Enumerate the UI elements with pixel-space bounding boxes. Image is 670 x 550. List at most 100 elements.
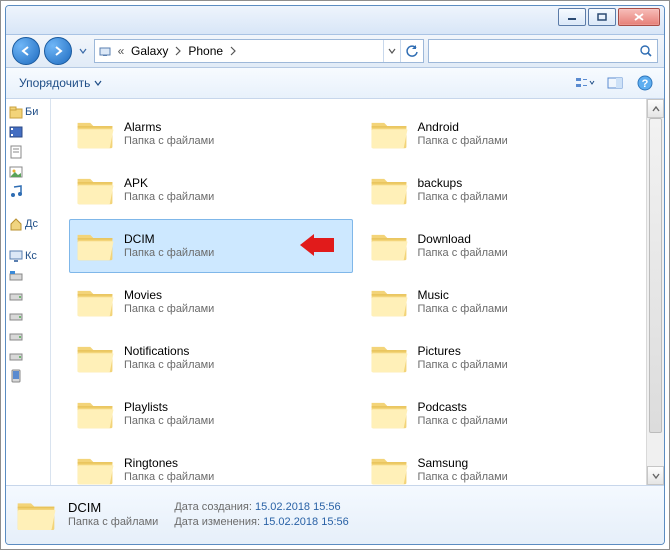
help-button[interactable]: ?: [632, 71, 658, 95]
folder-view[interactable]: AlarmsПапка с файламиAndroidПапка с файл…: [51, 99, 646, 485]
window-body: Би Дс Кс AlarmsПапка с файламиAndroidПапка…: [6, 99, 664, 485]
folder-item-podcasts[interactable]: PodcastsПапка с файлами: [363, 387, 647, 441]
maximize-button[interactable]: [588, 8, 616, 26]
modified-label: Дата изменения:: [174, 516, 260, 528]
chevron-right-icon[interactable]: [172, 46, 184, 56]
home-icon: [9, 217, 23, 231]
folder-subtext: Папка с файлами: [418, 190, 508, 204]
image-icon: [9, 165, 23, 179]
forward-button[interactable]: [44, 37, 72, 65]
chevron-down-icon: [94, 79, 102, 87]
folder-subtext: Папка с файлами: [418, 358, 508, 372]
sidebar-item[interactable]: Би: [6, 105, 51, 119]
folder-icon: [16, 495, 56, 535]
sidebar-item[interactable]: [6, 329, 51, 343]
details-name: DCIM: [68, 500, 158, 515]
music-icon: [9, 185, 23, 199]
vertical-scrollbar[interactable]: [646, 99, 664, 485]
disk-win-icon: [9, 269, 23, 283]
device-icon: [95, 44, 115, 58]
search-input[interactable]: [428, 39, 658, 63]
folder-subtext: Папка с файлами: [124, 414, 214, 428]
crumb-phone[interactable]: Phone: [184, 40, 227, 62]
folder-item-ringtones[interactable]: RingtonesПапка с файлами: [69, 443, 353, 485]
folder-icon: [370, 227, 408, 265]
folder-name: Podcasts: [418, 400, 508, 414]
folder-item-dcim[interactable]: DCIMПапка с файлами: [69, 219, 353, 273]
folder-icon: [370, 171, 408, 209]
titlebar: [6, 6, 664, 35]
folder-name: Music: [418, 288, 508, 302]
sidebar-item[interactable]: [6, 165, 51, 179]
svg-text:?: ?: [642, 78, 649, 90]
sidebar-item-label: Кс: [25, 250, 37, 262]
sidebar-item[interactable]: Дс: [6, 217, 51, 231]
drive-icon: [9, 329, 23, 343]
folder-name: APK: [124, 176, 214, 190]
chevron-left-icon[interactable]: «: [115, 44, 127, 58]
folder-item-music[interactable]: MusicПапка с файлами: [363, 275, 647, 329]
folder-item-apk[interactable]: APKПапка с файлами: [69, 163, 353, 217]
sidebar-item[interactable]: [6, 309, 51, 323]
folder-subtext: Папка с файлами: [124, 190, 214, 204]
folder-item-alarms[interactable]: AlarmsПапка с файлами: [69, 107, 353, 161]
sidebar-item[interactable]: [6, 349, 51, 363]
sidebar-item[interactable]: [6, 289, 51, 303]
folder-icon: [76, 451, 114, 485]
address-dropdown[interactable]: [383, 40, 400, 62]
folder-name: Notifications: [124, 344, 214, 358]
sidebar-item[interactable]: [6, 145, 51, 159]
minimize-button[interactable]: [558, 8, 586, 26]
close-button[interactable]: [618, 8, 660, 26]
scroll-up-button[interactable]: [647, 99, 664, 118]
folder-icon: [76, 395, 114, 433]
explorer-window: « Galaxy Phone Упорядочить: [5, 5, 665, 545]
folder-icon: [76, 115, 114, 153]
back-button[interactable]: [12, 37, 40, 65]
toolbar: Упорядочить ?: [6, 68, 664, 99]
view-options-button[interactable]: [572, 71, 598, 95]
crumb-galaxy[interactable]: Galaxy: [127, 40, 172, 62]
folder-name: DCIM: [124, 232, 214, 246]
created-label: Дата создания:: [174, 501, 252, 513]
folder-name: backups: [418, 176, 508, 190]
drive-icon: [9, 349, 23, 363]
folder-subtext: Папка с файлами: [124, 470, 214, 484]
folder-item-backups[interactable]: backupsПапка с файлами: [363, 163, 647, 217]
sidebar-item[interactable]: [6, 369, 51, 383]
folder-subtext: Папка с файлами: [124, 134, 214, 148]
sidebar-item[interactable]: [6, 185, 51, 199]
folder-icon: [370, 339, 408, 377]
folder-item-android[interactable]: AndroidПапка с файлами: [363, 107, 647, 161]
folder-icon: [76, 171, 114, 209]
folder-icon: [370, 115, 408, 153]
refresh-button[interactable]: [400, 40, 423, 62]
folder-icon: [76, 283, 114, 321]
folder-item-pictures[interactable]: PicturesПапка с файлами: [363, 331, 647, 385]
folder-item-samsung[interactable]: SamsungПапка с файлами: [363, 443, 647, 485]
scroll-track[interactable]: [647, 118, 664, 466]
details-pane: DCIM Папка с файлами Дата создания: 15.0…: [6, 485, 664, 544]
folder-name: Movies: [124, 288, 214, 302]
sidebar-item-label: Би: [25, 106, 38, 118]
address-field[interactable]: « Galaxy Phone: [94, 39, 424, 63]
folder-item-playlists[interactable]: PlaylistsПапка с файлами: [69, 387, 353, 441]
scroll-down-button[interactable]: [647, 466, 664, 485]
preview-pane-button[interactable]: [602, 71, 628, 95]
folder-subtext: Папка с файлами: [418, 302, 508, 316]
sidebar-item[interactable]: [6, 269, 51, 283]
folder-subtext: Папка с файлами: [418, 470, 508, 484]
organize-button[interactable]: Упорядочить: [12, 71, 109, 95]
chevron-right-icon[interactable]: [227, 46, 239, 56]
scroll-thumb[interactable]: [649, 118, 662, 433]
organize-label: Упорядочить: [19, 76, 90, 90]
folder-item-notifications[interactable]: NotificationsПапка с файлами: [69, 331, 353, 385]
nav-history-dropdown[interactable]: [76, 47, 90, 55]
drive-icon: [9, 309, 23, 323]
folder-item-download[interactable]: DownloadПапка с файлами: [363, 219, 647, 273]
sidebar-item[interactable]: Кс: [6, 249, 51, 263]
folder-subtext: Папка с файлами: [418, 134, 508, 148]
sidebar-item[interactable]: [6, 125, 51, 139]
folder-item-movies[interactable]: MoviesПапка с файлами: [69, 275, 353, 329]
folder-icon: [76, 339, 114, 377]
